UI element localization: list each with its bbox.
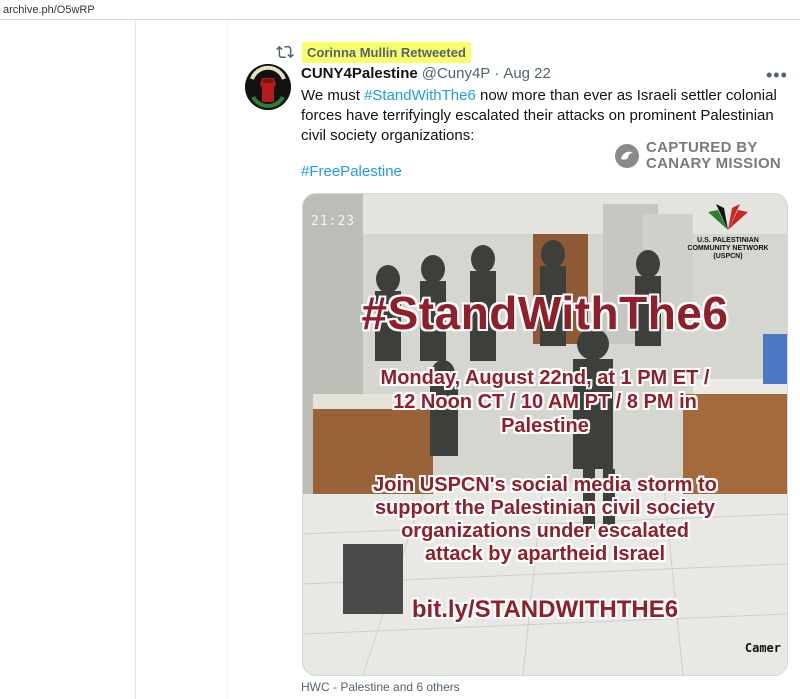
body-line: Join USPCN's social media storm to <box>373 474 717 496</box>
uspcn-logo: U.S. PALESTINIAN COMMUNITY NETWORK (USPC… <box>683 198 773 261</box>
logo-line: U.S. PALESTINIAN <box>697 237 759 244</box>
body-line: organizations under escalated <box>401 520 689 542</box>
camera-label: Camer <box>744 641 781 655</box>
display-name[interactable]: CUNY4Palestine <box>301 65 418 82</box>
retweet-context: Corinna Mullin Retweeted <box>276 41 471 63</box>
url-text: archive.ph/O5wRP <box>3 4 95 16</box>
retweet-icon <box>276 45 294 59</box>
left-gutter <box>0 21 135 699</box>
hashtag-link[interactable]: #FreePalestine <box>301 163 402 180</box>
tweet-image[interactable]: 21:23 U.S. PALESTINIAN COMMUNITY NETWORK… <box>302 193 788 676</box>
tweet-date[interactable]: Aug 22 <box>503 65 551 82</box>
handle[interactable]: @Cuny4P <box>422 65 491 82</box>
retweeted-by-label[interactable]: Corinna Mullin Retweeted <box>302 41 471 63</box>
schedule-line: Palestine <box>501 415 589 437</box>
body-line: attack by apartheid Israel <box>424 543 666 565</box>
poster-headline: #StandWithThe6 <box>361 287 729 339</box>
avatar[interactable] <box>245 64 291 110</box>
separator-dot: · <box>494 65 500 82</box>
tweet-header: CUNY4Palestine @Cuny4P · Aug 22 <box>301 65 551 82</box>
canary-bird-icon <box>615 144 639 168</box>
poster-body: Join USPCN's social media storm to suppo… <box>303 474 787 566</box>
logo-line: COMMUNITY NETWORK <box>687 245 769 252</box>
column-divider <box>135 21 136 699</box>
logo-line: (USPCN) <box>713 253 743 260</box>
address-bar[interactable]: archive.ph/O5wRP <box>0 0 800 20</box>
body-line: support the Palestinian civil society <box>374 497 716 519</box>
fist-logo-icon <box>245 64 291 110</box>
schedule-line: Monday, August 22nd, at 1 PM ET / <box>380 367 710 389</box>
tweet-text-prefix: We must <box>301 87 365 104</box>
poster-link: bit.ly/STANDWITHTHE6 <box>411 596 679 623</box>
uspcn-logo-icon <box>708 204 748 230</box>
tweet-text: We must #StandWithThe6 now more than eve… <box>301 86 779 146</box>
more-options-icon[interactable]: ••• <box>766 65 788 86</box>
poster-schedule: Monday, August 22nd, at 1 PM ET / 12 Noo… <box>303 366 787 438</box>
hashtag-link[interactable]: #StandWithThe6 <box>364 87 476 104</box>
watermark-line1: CAPTURED BY <box>646 139 758 156</box>
camera-timestamp: 21:23 <box>311 214 356 229</box>
schedule-line: 12 Noon CT / 10 AM PT / 8 PM in <box>393 391 697 413</box>
watermark-line2: CANARY MISSION <box>646 155 782 172</box>
canary-mission-watermark: CAPTURED BY CANARY MISSION <box>614 140 781 172</box>
media-tag-caption[interactable]: HWC - Palestine and 6 others <box>301 680 460 694</box>
tweet[interactable]: Corinna Mullin Retweeted CUNY4Palestine … <box>228 21 800 699</box>
